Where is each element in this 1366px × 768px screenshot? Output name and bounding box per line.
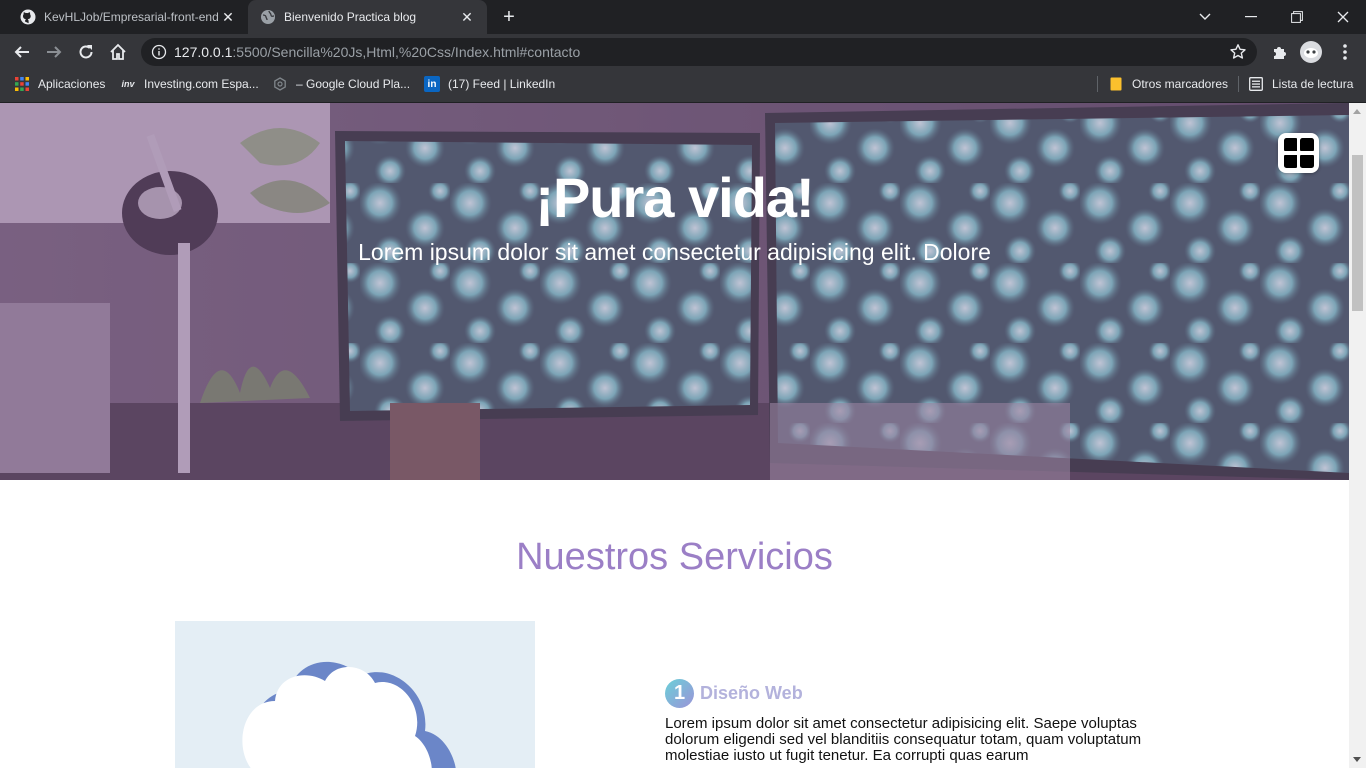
bookmarks-separator [1238, 76, 1239, 92]
window-close-icon[interactable] [1320, 0, 1366, 34]
restore-icon[interactable] [1274, 0, 1320, 34]
hero-section: ¡Pura vida! Lorem ipsum dolor sit amet c… [0, 103, 1349, 480]
investing-icon: inv [121, 79, 135, 89]
google-cloud-icon [272, 76, 288, 92]
reading-list-button[interactable]: Lista de lectura [1248, 70, 1353, 98]
page-viewport: ¡Pura vida! Lorem ipsum dolor sit amet c… [0, 103, 1349, 768]
hero-overlay [0, 103, 1349, 480]
github-icon [20, 9, 36, 25]
menu-toggle-button[interactable] [1278, 133, 1319, 173]
apps-grid-icon [14, 76, 30, 92]
bookmark-google-cloud[interactable]: – Google Cloud Pla... [272, 70, 410, 98]
bookmark-label: (17) Feed | LinkedIn [448, 77, 556, 91]
reading-list-icon [1248, 76, 1264, 92]
new-tab-button[interactable]: + [499, 7, 519, 27]
tab-title: Bienvenido Practica blog [284, 10, 417, 24]
close-icon[interactable]: ✕ [459, 9, 475, 25]
close-icon[interactable]: ✕ [220, 9, 236, 25]
url-path: :5500/Sencilla%20Js,Html,%20Css/Index.ht… [232, 44, 581, 60]
chrome-menu-icon[interactable] [1334, 41, 1356, 63]
page-scrollbar[interactable] [1349, 103, 1366, 768]
bookmark-label: Aplicaciones [38, 77, 106, 91]
profile-avatar[interactable] [1300, 41, 1322, 63]
hero-title: ¡Pura vida! [535, 166, 814, 229]
hero-subtitle: Lorem ipsum dolor sit amet consectetur a… [358, 239, 991, 265]
tab-blog[interactable]: Bienvenido Practica blog ✕ [248, 0, 487, 34]
bookmark-label: – Google Cloud Pla... [296, 77, 411, 91]
scroll-thumb[interactable] [1352, 155, 1363, 311]
bookmark-star-icon[interactable] [1229, 43, 1247, 61]
service-illustration [175, 621, 535, 768]
bookmark-other[interactable]: Otros marcadores [1108, 70, 1228, 98]
browser-toolbar: 127.0.0.1:5500/Sencilla%20Js,Html,%20Css… [0, 34, 1366, 70]
url-host: 127.0.0.1 [174, 44, 233, 60]
address-bar[interactable]: 127.0.0.1:5500/Sencilla%20Js,Html,%20Css… [141, 38, 1257, 66]
services-title: Nuestros Servicios [516, 536, 833, 578]
site-info-icon[interactable] [151, 44, 167, 60]
tab-search-chevron-icon[interactable] [1182, 0, 1228, 34]
service-item-header: 1 Diseño Web [665, 679, 803, 708]
reload-icon[interactable] [74, 40, 98, 64]
service-description: Lorem ipsum dolor sit amet consectetur a… [665, 715, 1142, 764]
extensions-puzzle-icon[interactable] [1269, 41, 1291, 63]
scroll-down-arrow-icon[interactable] [1353, 757, 1361, 762]
tab-strip: KevHLJob/Empresarial-front-end ✕ Bienven… [0, 0, 1366, 34]
linkedin-icon: in [424, 76, 440, 92]
bookmarks-separator [1097, 76, 1098, 92]
bookmarks-bar: Aplicaciones inv Investing.com Espa... –… [0, 70, 1366, 103]
bookmark-investing[interactable]: inv Investing.com Espa... [120, 70, 259, 98]
minimize-icon[interactable] [1228, 0, 1274, 34]
globe-icon [260, 9, 276, 25]
url-text[interactable]: 127.0.0.1:5500/Sencilla%20Js,Html,%20Css… [174, 44, 580, 60]
service-name: Diseño Web [700, 683, 803, 703]
bookmark-label: Investing.com Espa... [144, 77, 259, 91]
grid-menu-icon [1284, 138, 1314, 168]
scroll-up-arrow-icon[interactable] [1353, 109, 1361, 114]
tab-title: KevHLJob/Empresarial-front-end [44, 10, 219, 24]
home-icon[interactable] [106, 40, 130, 64]
bookmark-linkedin[interactable]: in (17) Feed | LinkedIn [424, 70, 555, 98]
bookmark-label: Otros marcadores [1132, 77, 1229, 91]
back-icon[interactable] [10, 40, 34, 64]
forward-icon[interactable] [42, 40, 66, 64]
tab-github[interactable]: KevHLJob/Empresarial-front-end ✕ [0, 0, 248, 34]
bookmark-label: Lista de lectura [1272, 77, 1354, 91]
folder-icon [1108, 76, 1124, 92]
service-number-badge: 1 [665, 679, 694, 708]
cloud-icon [242, 661, 456, 768]
bookmark-apps[interactable]: Aplicaciones [14, 70, 105, 98]
